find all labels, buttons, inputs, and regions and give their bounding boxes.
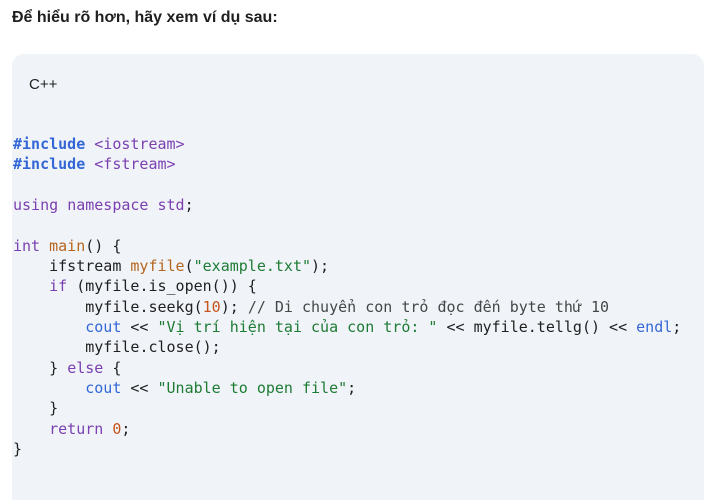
code-line: } <box>13 399 59 418</box>
code-line: myfile.close(); <box>85 338 221 357</box>
code-line: } <box>13 440 23 459</box>
code-line: ​ <box>13 175 681 195</box>
code-content[interactable]: #include <iostream>#include <fstream>​us… <box>13 134 681 460</box>
code-line: using namespace std; <box>13 196 194 215</box>
code-line: return 0; <box>49 419 131 438</box>
code-block: C++ #include <iostream> #include <fstream… <box>12 54 704 500</box>
code-line: if (myfile.is_open()) { <box>49 277 257 296</box>
response-heading: Để hiểu rõ hơn, hãy xem ví dụ sau: <box>12 9 278 26</box>
code-language-label: C++ <box>29 76 58 93</box>
code-line: #include <fstream> <box>13 155 176 174</box>
code-line: ifstream myfile("example.txt"); <box>49 257 330 276</box>
code-line: } else { <box>13 358 122 377</box>
code-line: cout << "Vị trí hiện tại của con trỏ: " … <box>85 318 682 337</box>
code-line: myfile.seekg(10); // Di chuyển con trỏ đ… <box>85 297 610 316</box>
code-line: ​ <box>13 215 681 235</box>
code-line: int main() { <box>13 236 122 255</box>
code-line: #include <iostream> <box>13 135 185 153</box>
code-line: cout << "Unable to open file"; <box>85 379 357 398</box>
